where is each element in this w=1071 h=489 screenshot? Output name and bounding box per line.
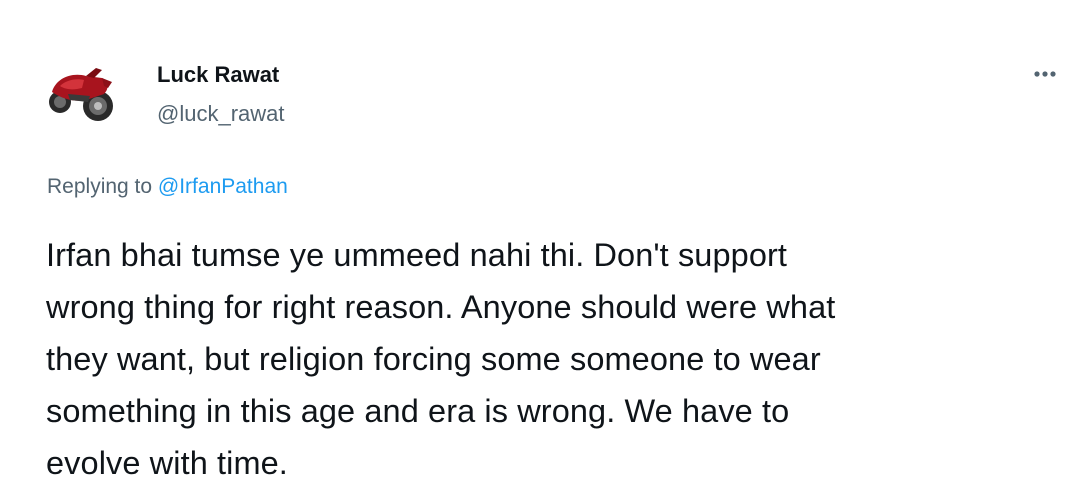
author-handle[interactable]: @luck_rawat	[157, 101, 285, 127]
reply-context-prefix: Replying to	[47, 175, 158, 198]
tweet-card: Luck Rawat @luck_rawat Replying to @Irfa…	[0, 0, 1071, 489]
author-display-name[interactable]: Luck Rawat	[157, 62, 279, 88]
more-horizontal-icon	[1034, 71, 1056, 77]
more-options-button[interactable]	[1030, 64, 1060, 84]
tweet-text: Irfan bhai tumse ye ummeed nahi thi. Don…	[46, 237, 836, 481]
reply-context: Replying to @IrfanPathan	[47, 175, 288, 199]
motorcycle-avatar-icon	[46, 56, 122, 132]
reply-mention-link[interactable]: @IrfanPathan	[158, 175, 288, 198]
avatar[interactable]	[46, 56, 122, 132]
